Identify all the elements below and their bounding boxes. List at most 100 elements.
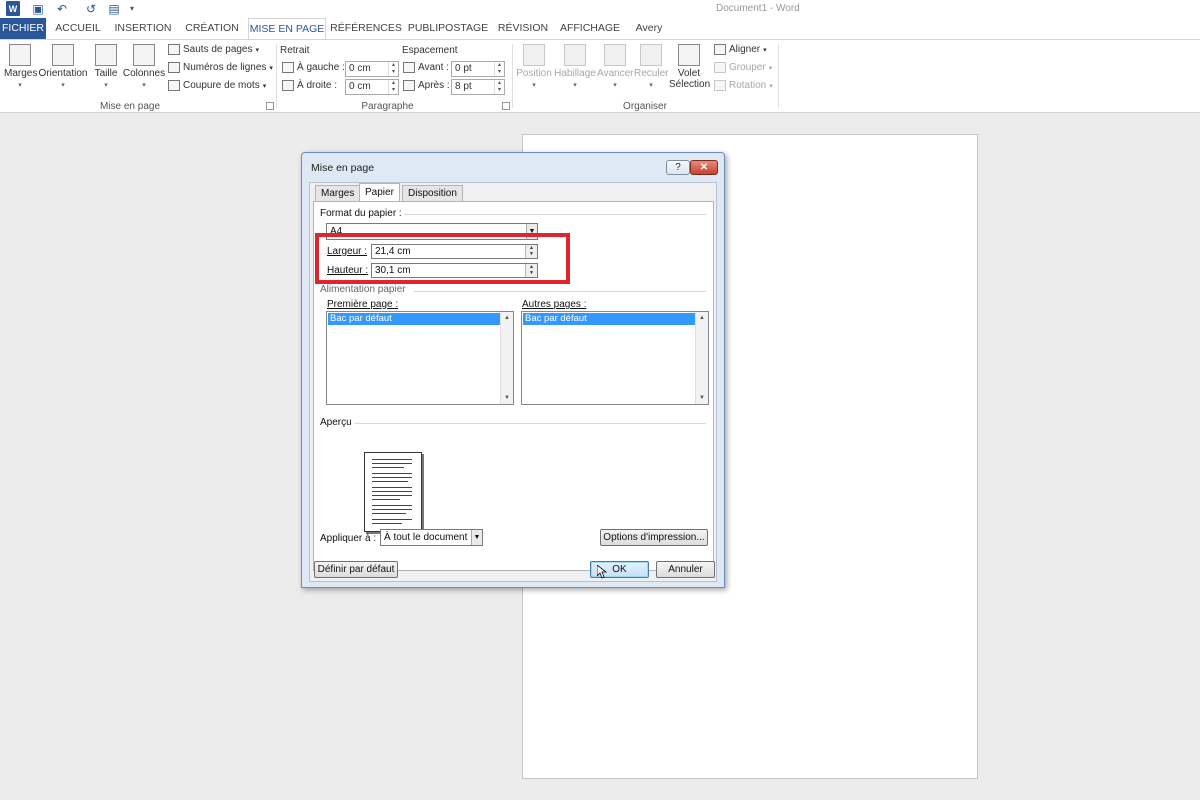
dialog-title: Mise en page [311,162,375,174]
orientation-button[interactable]: Orientation ▾ [38,44,88,89]
first-page-scrollbar[interactable]: ▲ ▼ [500,312,513,404]
apply-to-select[interactable]: À tout le document ▼ [380,529,483,546]
group-separator [778,44,779,108]
group-separator [512,44,513,108]
columns-icon [133,44,155,66]
scroll-down-icon[interactable]: ▼ [696,392,708,404]
page-breaks-button[interactable]: Sauts de pages ▾ [168,44,259,55]
margins-button[interactable]: Marges ▾ [4,44,37,89]
indent-label: Retrait [280,45,310,56]
tab-references[interactable]: RÉFÉRENCES [330,18,402,39]
wrap-text-icon [564,44,586,66]
tab-mise-en-page[interactable]: MISE EN PAGE [248,18,326,40]
save-as-icon[interactable]: ▤ [106,1,122,16]
cancel-button[interactable]: Annuler [656,561,715,578]
scroll-down-icon[interactable]: ▼ [501,392,513,404]
indent-left-input[interactable]: 0 cm ▴ ▾ [345,61,399,77]
first-page-label: Première page : [327,299,399,310]
position-button[interactable]: Position ▾ [514,44,554,89]
group-separator [276,44,277,108]
group-label-organiser: Organiser [623,101,667,112]
spacing-after-label: Après : [403,80,450,91]
chevron-down-icon: ▼ [471,530,482,545]
tab-papier[interactable]: Papier [359,183,400,202]
send-backward-icon [640,44,662,66]
margins-icon [9,44,31,66]
page-preview [364,452,422,532]
hyphenation-button[interactable]: Coupure de mots ▾ [168,80,266,91]
rotate-icon [714,80,726,91]
tab-publipostage[interactable]: PUBLIPOSTAGE [406,18,490,39]
line-numbers-icon [168,62,180,73]
ribbon: Marges ▾ Orientation ▾ Taille ▾ Colonnes… [0,39,1200,113]
tab-fichier[interactable]: FICHIER [0,18,46,39]
indent-right-icon [282,80,294,91]
first-page-list[interactable]: Bac par défaut ▲ ▼ [326,311,514,405]
orientation-icon [52,44,74,66]
selection-pane-icon [678,44,700,66]
scroll-up-icon[interactable]: ▲ [501,312,513,324]
mouse-cursor-icon [597,565,607,579]
highlight-box [315,233,570,284]
tab-avery[interactable]: Avery [628,18,670,39]
rotate-button[interactable]: Rotation ▾ [714,80,773,91]
paper-format-label: Format du papier : [320,208,402,219]
send-backward-button[interactable]: Reculer ▾ [634,44,668,89]
group-button[interactable]: Grouper ▾ [714,62,772,73]
bring-forward-icon [604,44,626,66]
preview-label: Aperçu [320,417,352,428]
page-breaks-icon [168,44,180,55]
ribbon-tabs: FICHIER ACCUEIL INSERTION CRÉATION MISE … [0,18,1200,40]
spacing-before-icon [403,62,415,73]
tab-creation[interactable]: CRÉATION [180,18,244,39]
group-label-paragraphe: Paragraphe [361,101,414,112]
page-size-icon [95,44,117,66]
columns-button[interactable]: Colonnes ▾ [122,44,166,89]
apply-to-label: Appliquer à : [320,533,377,544]
indent-right-input[interactable]: 0 cm ▴ ▾ [345,79,399,95]
tab-disposition[interactable]: Disposition [402,185,463,201]
bring-forward-button[interactable]: Avancer ▾ [597,44,634,89]
hyphenation-icon [168,80,180,91]
undo-icon[interactable]: ↶ [52,1,72,16]
selection-pane-button[interactable]: Volet Sélection [669,44,710,90]
other-pages-scrollbar[interactable]: ▲ ▼ [695,312,708,404]
line-numbers-button[interactable]: Numéros de lignes ▾ [168,62,273,73]
group-label-mise-en-page: Mise en page [99,101,161,112]
other-pages-label: Autres pages : [522,299,587,310]
spacing-after-input[interactable]: 8 pt ▴ ▾ [451,79,505,95]
word-logo-icon[interactable]: W [6,1,20,16]
size-button[interactable]: Taille ▾ [92,44,120,89]
position-icon [523,44,545,66]
tab-revision[interactable]: RÉVISION [494,18,552,39]
customize-toolbar-icon[interactable]: ▾ [127,1,137,16]
print-options-button[interactable]: Options d'impression... [600,529,708,546]
window-title: Document1 - Word [716,3,800,14]
paragraph-launcher-icon[interactable] [502,102,510,110]
tab-accueil[interactable]: ACCUEIL [50,18,106,39]
page-setup-dialog: Mise en page ? ✕ Marges Papier Dispositi… [301,152,725,588]
first-page-selected-item[interactable]: Bac par défaut [328,313,500,325]
tab-marges[interactable]: Marges [315,185,361,201]
dialog-launcher-icon[interactable] [266,102,274,110]
title-bar: W ▣ ↶ ↺ ▤ ▾ Document1 - Word [0,0,1200,18]
set-default-button[interactable]: Définir par défaut [314,561,398,578]
help-button[interactable]: ? [666,160,690,175]
spacing-before-input[interactable]: 0 pt ▴ ▾ [451,61,505,77]
tab-insertion[interactable]: INSERTION [110,18,176,39]
tab-affichage[interactable]: AFFICHAGE [556,18,624,39]
indent-left-label: À gauche : [282,62,345,73]
save-icon[interactable]: ▣ [30,1,46,16]
indent-left-icon [282,62,294,73]
align-button[interactable]: Aligner ▾ [714,44,767,55]
other-pages-list[interactable]: Bac par défaut ▲ ▼ [521,311,709,405]
group-icon [714,62,726,73]
align-icon [714,44,726,55]
other-pages-selected-item[interactable]: Bac par défaut [523,313,695,325]
paper-source-label: Alimentation papier [320,284,406,295]
scroll-up-icon[interactable]: ▲ [696,312,708,324]
close-button[interactable]: ✕ [690,160,718,175]
wrap-text-button[interactable]: Habillage ▾ [554,44,596,89]
spacing-after-icon [403,80,415,91]
redo-icon[interactable]: ↺ [84,1,98,16]
